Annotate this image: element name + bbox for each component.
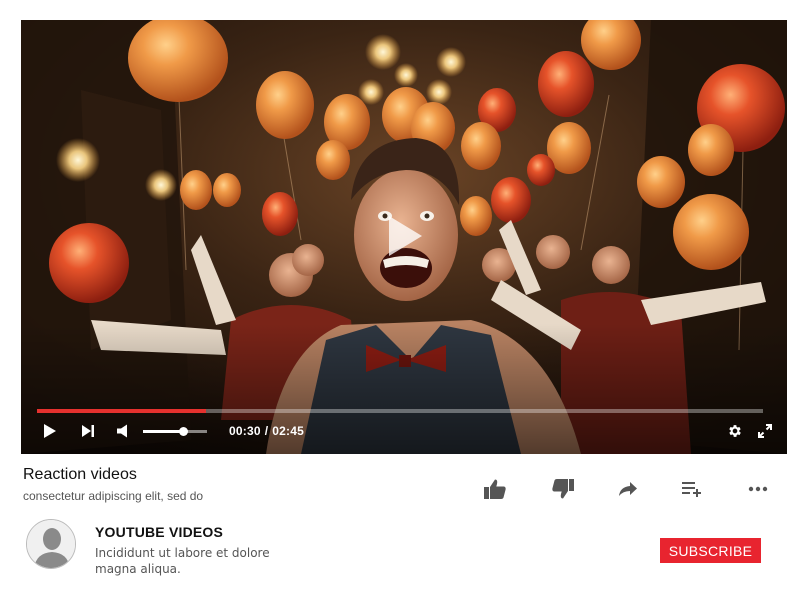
thumbs-up-icon <box>484 479 506 499</box>
progress-bar[interactable] <box>37 409 763 413</box>
channel-description: Incididunt ut labore et dolore magna ali… <box>95 546 270 576</box>
add-to-playlist-button[interactable] <box>678 476 706 502</box>
time-display: 00:30/02:45 <box>229 424 304 438</box>
volume-icon <box>117 424 127 438</box>
play-overlay-icon <box>389 216 422 256</box>
video-title[interactable]: Reaction videos <box>23 466 137 484</box>
current-time: 00:30 <box>229 424 261 438</box>
play-button[interactable] <box>39 420 61 442</box>
volume-slider[interactable] <box>143 426 207 436</box>
share-icon <box>619 482 637 496</box>
gear-icon <box>729 425 741 437</box>
default-user-icon <box>27 520 75 568</box>
share-button[interactable] <box>614 476 642 502</box>
skip-next-icon <box>82 425 94 437</box>
volume-level <box>143 429 184 433</box>
add-to-playlist-icon <box>682 482 701 497</box>
subscribe-button[interactable]: SUBSCRIBE <box>660 538 761 563</box>
thumbs-down-icon <box>552 479 574 499</box>
volume-knob[interactable] <box>179 426 189 436</box>
video-subtitle: consectetur adipiscing elit, sed do <box>23 489 204 503</box>
mute-button[interactable] <box>113 420 135 442</box>
dislike-button[interactable] <box>548 476 578 502</box>
center-play-button[interactable] <box>385 213 425 259</box>
channel-name[interactable]: YOUTUBE VIDEOS <box>95 524 223 540</box>
settings-button[interactable] <box>725 421 745 441</box>
channel-avatar[interactable] <box>26 519 76 569</box>
progress-played <box>37 409 207 413</box>
play-icon <box>44 424 56 438</box>
duration: 02:45 <box>272 424 304 438</box>
like-button[interactable] <box>480 476 510 502</box>
fullscreen-icon <box>758 424 772 438</box>
more-options-button[interactable] <box>744 476 772 502</box>
more-options-icon <box>748 486 768 492</box>
time-separator: / <box>264 424 269 438</box>
next-button[interactable] <box>77 420 99 442</box>
video-player[interactable]: 00:30/02:45 <box>21 20 787 454</box>
player-controls: 00:30/02:45 <box>21 416 787 446</box>
fullscreen-button[interactable] <box>755 421 775 441</box>
